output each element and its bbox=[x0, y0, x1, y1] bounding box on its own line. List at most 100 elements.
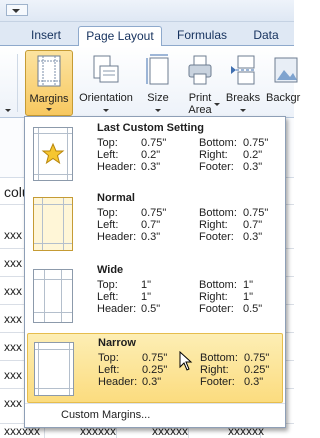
bottom-margin-label: Bottom: bbox=[199, 137, 237, 149]
header-margin-value: 0.3" bbox=[141, 161, 161, 173]
top-margin-label: Top: bbox=[97, 207, 118, 219]
wide-margins-thumbnail bbox=[33, 269, 73, 323]
top-margin-value: 0.75" bbox=[142, 352, 168, 364]
orientation-icon bbox=[93, 55, 119, 83]
menu-item-wide[interactable]: Wide Top: 1" Bottom: 1" Left: 1" Right: 1" H… bbox=[27, 261, 283, 331]
right-margin-label: Right: bbox=[199, 219, 228, 231]
header-margin-row: Header: 0.3" bbox=[97, 161, 160, 173]
chevron-down-icon bbox=[240, 109, 246, 112]
right-margin-value: 0.7" bbox=[243, 219, 263, 231]
bottom-margin-label: Bottom: bbox=[199, 279, 237, 291]
right-margin-row: Right: 1" bbox=[199, 291, 253, 303]
margin-guide bbox=[35, 388, 73, 389]
narrow-margins-thumbnail bbox=[34, 342, 74, 396]
menu-item-title: Wide bbox=[97, 264, 124, 276]
header-margin-value: 0.3" bbox=[142, 376, 162, 388]
menu-item-narrow[interactable]: Narrow Top: 0.75" Bottom: 0.75" Left: 0.25"… bbox=[27, 333, 283, 403]
chevron-down-icon bbox=[46, 108, 52, 111]
header-margin-label: Header: bbox=[98, 376, 138, 388]
tab-data[interactable]: Data bbox=[248, 26, 284, 46]
chevron-down-icon bbox=[103, 109, 109, 112]
margins-label: Margins bbox=[29, 93, 69, 105]
margin-guide bbox=[34, 243, 72, 244]
breaks-button[interactable]: Breaks bbox=[222, 50, 264, 116]
bottom-margin-value: 0.75" bbox=[243, 137, 269, 149]
print-area-line-2: Area bbox=[188, 104, 212, 116]
tab-page-layout[interactable]: Page Layout bbox=[78, 26, 162, 47]
menu-item-normal[interactable]: Normal Top: 0.75" Bottom: 0.75" Left: 0.7" … bbox=[27, 189, 283, 259]
quick-access-dropdown[interactable] bbox=[6, 4, 28, 16]
chevron-down-icon bbox=[155, 109, 161, 112]
star-icon bbox=[41, 142, 65, 165]
margin-guide bbox=[35, 349, 73, 350]
ribbon-divider bbox=[17, 54, 18, 112]
top-margin-value: 0.75" bbox=[141, 137, 167, 149]
tab-formulas[interactable]: Formulas bbox=[172, 26, 232, 46]
left-margin-row: Left: 0.7" bbox=[97, 219, 160, 231]
margins-button[interactable]: Margins bbox=[25, 50, 73, 116]
chevron-down-icon bbox=[214, 103, 220, 106]
footer-margin-value: 0.5" bbox=[243, 303, 263, 315]
background-image-icon bbox=[274, 57, 298, 83]
footer-margin-row: Footer: 0.3" bbox=[199, 161, 262, 173]
top-margin-label: Top: bbox=[98, 352, 119, 364]
background-label: Backgr bbox=[266, 92, 301, 104]
footer-margin-value: 0.3" bbox=[243, 161, 263, 173]
top-margin-row: Top: 1" bbox=[97, 279, 151, 291]
header-margin-row: Header: 0.3" bbox=[98, 376, 161, 388]
cell[interactable]: xxx bbox=[4, 284, 22, 298]
footer-margin-row: Footer: 0.3" bbox=[199, 231, 262, 243]
themes-button-partial[interactable] bbox=[0, 50, 16, 116]
bottom-margin-value: 0.75" bbox=[243, 207, 269, 219]
footer-margin-value: 0.3" bbox=[243, 231, 263, 243]
size-button[interactable]: Size bbox=[140, 50, 176, 116]
custom-margins-button[interactable]: Custom Margins... bbox=[25, 403, 285, 427]
mouse-cursor-icon bbox=[179, 351, 193, 371]
right-margin-label: Right: bbox=[199, 149, 228, 161]
left-margin-value: 0.2" bbox=[141, 149, 161, 161]
cell[interactable]: xxx bbox=[4, 368, 22, 382]
footer-margin-label: Footer: bbox=[199, 303, 234, 315]
bottom-margin-label: Bottom: bbox=[199, 207, 237, 219]
print-area-button[interactable]: Print Area bbox=[180, 50, 220, 116]
margin-guide bbox=[34, 204, 72, 205]
top-margin-value: 0.75" bbox=[141, 207, 167, 219]
top-margin-row: Top: 0.75" bbox=[98, 352, 167, 364]
ribbon-tabs: Insert Page Layout Formulas Data bbox=[0, 22, 294, 47]
bottom-margin-label: Bottom: bbox=[200, 352, 238, 364]
breaks-label: Breaks bbox=[225, 92, 261, 104]
cell[interactable]: xxx bbox=[4, 396, 22, 410]
margin-guide bbox=[44, 270, 45, 322]
margin-guide bbox=[34, 312, 72, 313]
tab-insert[interactable]: Insert bbox=[22, 26, 70, 46]
orientation-button[interactable]: Orientation bbox=[76, 50, 136, 116]
margins-icon bbox=[37, 55, 61, 87]
margin-guide bbox=[34, 279, 72, 280]
header-margin-label: Header: bbox=[97, 303, 137, 315]
cell[interactable]: xxx bbox=[4, 312, 22, 326]
footer-margin-row: Footer: 0.5" bbox=[199, 303, 262, 315]
left-margin-label: Left: bbox=[97, 291, 119, 303]
background-button[interactable]: Backgr bbox=[266, 50, 306, 116]
left-margin-row: Left: 0.2" bbox=[97, 149, 160, 161]
quick-access-toolbar bbox=[0, 0, 294, 22]
bottom-margin-row: Bottom: 0.75" bbox=[199, 137, 268, 149]
cell[interactable]: xxx bbox=[4, 228, 22, 242]
page-breaks-icon bbox=[231, 55, 255, 85]
cell[interactable]: xxx bbox=[4, 340, 22, 354]
header-margin-label: Header: bbox=[97, 161, 137, 173]
chevron-down-icon bbox=[5, 109, 11, 112]
footer-margin-row: Footer: 0.3" bbox=[200, 376, 263, 388]
cell[interactable]: xxx bbox=[4, 256, 22, 270]
margin-guide bbox=[38, 128, 39, 180]
right-margin-label: Right: bbox=[199, 291, 228, 303]
right-margin-value: 1" bbox=[243, 291, 254, 303]
custom-margins-label: Custom Margins... bbox=[61, 409, 151, 421]
ribbon-page-setup: Margins Orientation Size Print Area Brea… bbox=[0, 46, 300, 118]
size-label: Size bbox=[147, 92, 169, 104]
bottom-margin-row: Bottom: 0.75" bbox=[199, 207, 268, 219]
bottom-margin-row: Bottom: 0.75" bbox=[200, 352, 269, 364]
menu-item-last-custom-setting[interactable]: Last Custom Setting Top: 0.75" Bottom: 0.7… bbox=[27, 119, 283, 189]
margin-guide bbox=[34, 174, 72, 175]
top-margin-label: Top: bbox=[97, 137, 118, 149]
